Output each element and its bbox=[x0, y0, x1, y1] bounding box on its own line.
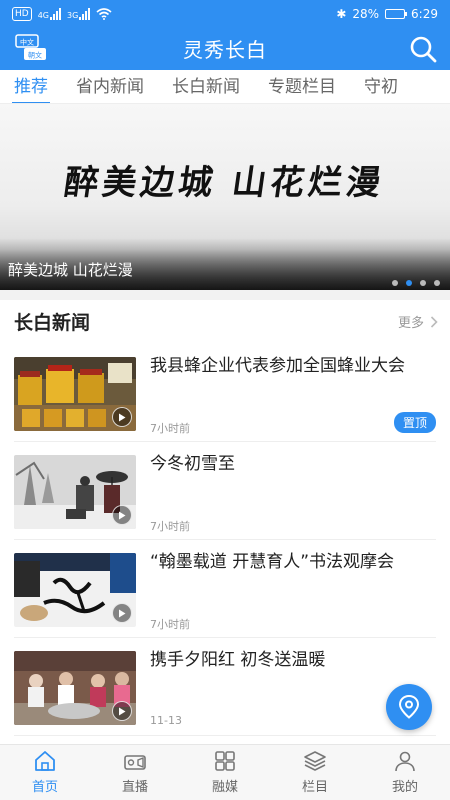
news-item[interactable]: 今冬初雪至 7小时前 bbox=[14, 442, 436, 540]
section-header: 长白新闻 更多 bbox=[0, 300, 450, 344]
more-label: 更多 bbox=[397, 316, 424, 331]
nav-profile[interactable]: 我的 bbox=[360, 745, 450, 800]
play-icon bbox=[112, 701, 132, 721]
tab-province-news[interactable]: 省内新闻 bbox=[62, 70, 158, 103]
carousel-dot[interactable] bbox=[434, 280, 440, 286]
status-left: HD 4G 3G bbox=[12, 7, 112, 21]
carousel-dot[interactable] bbox=[420, 280, 426, 286]
news-item[interactable]: “翰墨载道 开慧育人”书法观摩会 7小时前 bbox=[14, 540, 436, 638]
news-time: 7小时前 bbox=[150, 618, 190, 631]
hd-badge: HD bbox=[12, 7, 32, 21]
clock: 6:29 bbox=[411, 7, 438, 21]
news-title: “翰墨载道 开慧育人”书法观摩会 bbox=[150, 552, 395, 572]
news-title: 今冬初雪至 bbox=[150, 454, 235, 474]
location-pin-icon bbox=[398, 695, 420, 719]
nav-media[interactable]: 融媒 bbox=[180, 745, 270, 800]
pinned-badge: 置顶 bbox=[393, 412, 436, 433]
divider bbox=[0, 290, 450, 300]
play-icon bbox=[112, 505, 132, 525]
battery-icon bbox=[385, 9, 408, 19]
grid-icon bbox=[215, 751, 235, 771]
news-list: 我县蜂企业代表参加全国蜂业大会 7小时前 置顶 今冬初雪至 7小时前 “翰墨载道… bbox=[0, 344, 450, 736]
carousel-dot[interactable] bbox=[406, 280, 412, 286]
camera-icon bbox=[124, 755, 146, 770]
location-button[interactable] bbox=[386, 684, 432, 730]
news-title: 携手夕阳红 初冬送温暖 bbox=[150, 650, 326, 670]
section-title: 长白新闻 bbox=[14, 312, 91, 334]
app-header: 中文 朝文 灵秀长白 bbox=[0, 28, 450, 70]
nav-home-label: 首页 bbox=[31, 780, 58, 795]
news-title: 我县蜂企业代表参加全国蜂业大会 bbox=[150, 356, 405, 376]
news-thumbnail-calligraphy bbox=[14, 553, 136, 627]
network-1-label: 4G bbox=[37, 11, 49, 20]
news-time: 7小时前 bbox=[150, 520, 190, 533]
nav-columns-label: 栏目 bbox=[301, 780, 328, 795]
tab-changbai-news[interactable]: 长白新闻 bbox=[158, 70, 254, 103]
tab-partial[interactable]: 守初 bbox=[350, 70, 412, 103]
news-time: 11-13 bbox=[150, 714, 182, 727]
banner-carousel[interactable]: 醉美边城 山花烂漫 醉美边城 山花烂漫 bbox=[0, 104, 450, 290]
nav-home[interactable]: 首页 bbox=[0, 745, 90, 800]
banner-image: 醉美边城 山花烂漫 bbox=[0, 104, 450, 254]
chevron-right-icon bbox=[430, 315, 438, 328]
tab-recommend[interactable]: 推荐 bbox=[0, 70, 62, 103]
user-icon bbox=[395, 751, 415, 772]
news-time: 7小时前 bbox=[150, 422, 190, 435]
wifi-icon bbox=[96, 8, 112, 20]
nav-live-label: 直播 bbox=[121, 780, 148, 795]
nav-live[interactable]: 直播 bbox=[90, 745, 180, 800]
carousel-dot[interactable] bbox=[392, 280, 398, 286]
signal-1: 4G bbox=[38, 8, 61, 20]
news-thumbnail-kitchen bbox=[14, 651, 136, 725]
signal-icon-2 bbox=[79, 8, 91, 20]
nav-profile-label: 我的 bbox=[391, 780, 418, 795]
status-right: ✱ 28% 6:29 bbox=[336, 7, 438, 21]
news-item[interactable]: 携手夕阳红 初冬送温暖 11-13 bbox=[14, 638, 436, 736]
bluetooth-icon: ✱ bbox=[336, 7, 347, 21]
battery-percent: 28% bbox=[352, 7, 380, 21]
nav-media-label: 融媒 bbox=[211, 780, 238, 795]
app-title: 灵秀长白 bbox=[183, 38, 267, 62]
play-icon bbox=[112, 603, 132, 623]
bottom-navigation: 首页 直播 融媒 栏目 我的 bbox=[0, 744, 450, 800]
news-item[interactable]: 我县蜂企业代表参加全国蜂业大会 7小时前 置顶 bbox=[14, 344, 436, 442]
banner-art-text: 醉美边城 山花烂漫 bbox=[61, 162, 388, 203]
signal-icon bbox=[50, 8, 61, 20]
news-thumbnail-snow bbox=[14, 455, 136, 529]
nav-columns[interactable]: 栏目 bbox=[270, 745, 360, 800]
tab-special-topics[interactable]: 专题栏目 bbox=[254, 70, 350, 103]
play-icon bbox=[112, 407, 132, 427]
network-2-label: 3G bbox=[67, 11, 79, 20]
signal-2: 3G bbox=[67, 8, 91, 20]
more-link[interactable]: 更多 bbox=[398, 312, 438, 331]
banner-caption: 醉美边城 山花烂漫 bbox=[8, 261, 133, 279]
status-bar: HD 4G 3G ✱ 28% 6:29 bbox=[0, 0, 450, 28]
carousel-indicator bbox=[392, 280, 440, 286]
home-icon bbox=[35, 751, 55, 771]
search-icon[interactable] bbox=[408, 34, 438, 64]
category-tabs: 推荐 省内新闻 长白新闻 专题栏目 守初 bbox=[0, 70, 450, 104]
news-thumbnail-honey bbox=[14, 357, 136, 431]
layers-icon bbox=[304, 751, 326, 771]
